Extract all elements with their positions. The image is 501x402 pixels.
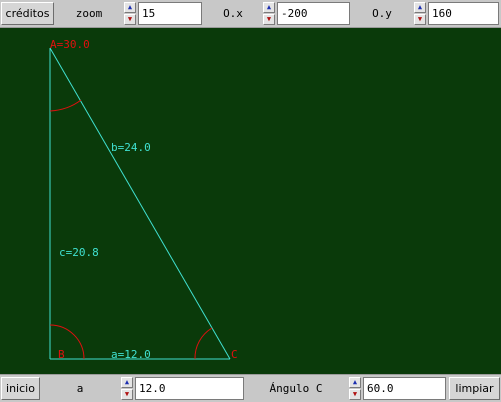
origin-x-increment-icon[interactable]: ▲ <box>263 2 275 13</box>
side-a-label: a=12.0 <box>111 348 151 361</box>
side-a-field-label: a <box>76 382 84 395</box>
triangle-figure: A=30.0 b=24.0 c=20.8 B a=12.0 C <box>49 38 238 361</box>
origin-x-label: O.x <box>223 7 243 20</box>
start-button[interactable]: inicio <box>1 377 40 400</box>
zoom-decrement-icon[interactable]: ▼ <box>124 14 136 25</box>
origin-x-input[interactable] <box>277 2 350 25</box>
side-b-line <box>49 47 231 360</box>
origin-x-stepper[interactable]: ▲ ▼ <box>263 2 275 25</box>
credits-button[interactable]: créditos <box>1 2 54 25</box>
vertex-c-label: C <box>231 348 238 361</box>
vertex-a-label: A=30.0 <box>50 38 90 51</box>
zoom-increment-icon[interactable]: ▲ <box>124 2 136 13</box>
angle-c-input[interactable] <box>363 377 446 400</box>
vertex-b-label: B <box>58 348 65 361</box>
origin-y-label: O.y <box>372 7 392 20</box>
origin-y-input[interactable] <box>428 2 499 25</box>
angle-c-arc <box>194 327 213 360</box>
origin-y-increment-icon[interactable]: ▲ <box>414 2 426 13</box>
side-c-label: c=20.8 <box>59 246 99 259</box>
origin-y-decrement-icon[interactable]: ▼ <box>414 14 426 25</box>
angle-c-stepper[interactable]: ▲ ▼ <box>349 377 361 400</box>
origin-y-stepper[interactable]: ▲ ▼ <box>414 2 426 25</box>
zoom-stepper[interactable]: ▲ ▼ <box>124 2 136 25</box>
side-a-decrement-icon[interactable]: ▼ <box>121 389 133 400</box>
side-b-label: b=24.0 <box>111 141 151 154</box>
side-a-stepper[interactable]: ▲ ▼ <box>121 377 133 400</box>
angle-c-decrement-icon[interactable]: ▼ <box>349 389 361 400</box>
side-a-input[interactable] <box>135 377 244 400</box>
bottom-toolbar: inicio a ▲ ▼ Ángulo C ▲ ▼ limpiar <box>0 374 501 402</box>
origin-x-decrement-icon[interactable]: ▼ <box>263 14 275 25</box>
angle-c-increment-icon[interactable]: ▲ <box>349 377 361 388</box>
angle-a-arc <box>49 99 82 112</box>
angle-c-label: Ángulo C <box>269 382 323 395</box>
zoom-input[interactable] <box>138 2 202 25</box>
angle-b-arc <box>49 324 85 360</box>
side-a-increment-icon[interactable]: ▲ <box>121 377 133 388</box>
top-toolbar: créditos zoom ▲ ▼ O.x ▲ ▼ O.y ▲ ▼ <box>0 0 501 28</box>
clear-button[interactable]: limpiar <box>449 377 500 400</box>
drawing-canvas[interactable]: A=30.0 b=24.0 c=20.8 B a=12.0 C <box>0 28 501 374</box>
zoom-label: zoom <box>75 7 103 20</box>
